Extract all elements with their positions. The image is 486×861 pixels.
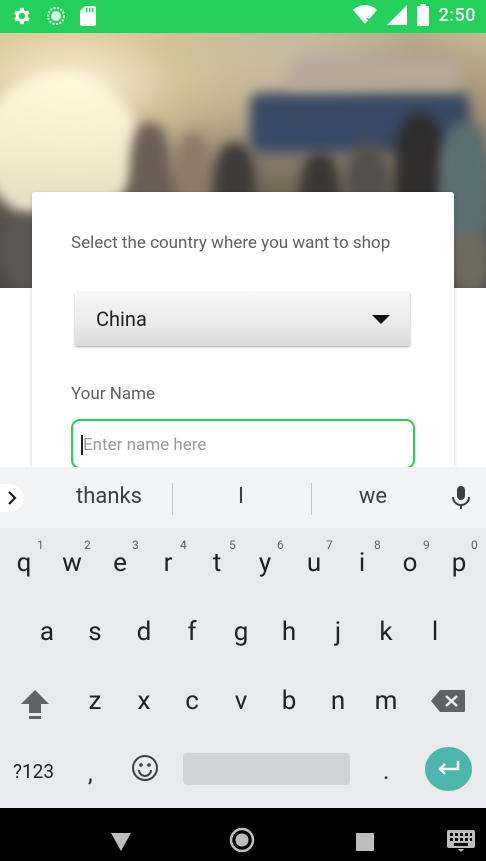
shift-key[interactable] [18,687,52,725]
key-d[interactable]: d [124,617,164,647]
key-o[interactable]: o [390,548,430,578]
voice-input-button[interactable] [451,485,471,515]
battery-icon [416,4,429,26]
enter-icon [437,761,459,775]
suggestion-3[interactable]: we [332,484,414,509]
key-f[interactable]: f [172,617,212,647]
key-g[interactable]: g [221,617,261,647]
key-q[interactable]: q [4,548,44,578]
divider [311,483,312,515]
key-hint: 6 [277,538,284,552]
country-form-card: Select the country where you want to sho… [32,192,454,492]
backspace-key[interactable] [430,689,466,717]
emoji-key[interactable] [131,754,159,786]
emoji-icon [132,755,158,781]
key-x[interactable]: x [124,686,164,716]
key-i[interactable]: i [342,548,382,578]
key-t[interactable]: t [197,548,237,578]
key-y[interactable]: y [245,548,285,578]
key-r[interactable]: r [148,548,188,578]
key-e[interactable]: e [100,548,140,578]
country-select[interactable]: China [75,292,410,346]
suggestion-2[interactable]: I [200,484,282,509]
navigation-bar [0,808,486,861]
symbols-key[interactable]: ?123 [13,760,54,783]
shift-icon [21,690,49,719]
key-a[interactable]: a [27,617,67,647]
country-label: Select the country where you want to sho… [71,233,391,253]
recents-icon[interactable] [356,833,374,851]
key-hint: 0 [471,538,478,552]
suggestion-bar: thanks I we [0,467,486,528]
key-j[interactable]: j [318,617,358,647]
sd-card-icon [80,6,96,26]
signal-icon [386,5,407,25]
name-label: Your Name [71,384,156,404]
name-input-placeholder: Enter name here [83,435,207,455]
back-icon[interactable] [110,832,132,852]
mic-icon [452,486,470,509]
home-icon[interactable] [229,827,255,853]
country-select-value: China [96,307,147,331]
expand-suggestions-button[interactable] [0,484,24,512]
key-s[interactable]: s [75,617,115,647]
key-hint: 9 [423,538,430,552]
circle-app-icon [47,7,65,25]
key-hint: 3 [132,538,139,552]
key-n[interactable]: n [318,686,358,716]
keyboard-switch-icon[interactable] [447,830,475,852]
suggestion-1[interactable]: thanks [60,484,158,509]
space-key[interactable] [183,753,350,785]
key-hint: 2 [84,538,91,552]
comma-key[interactable]: , [88,759,93,787]
key-hint: 4 [180,538,187,552]
enter-key[interactable] [425,747,472,791]
clock: 2:50 [438,4,476,26]
divider [172,483,173,515]
status-bar: 2:50 [0,0,486,33]
key-hint: 5 [229,538,236,552]
backspace-icon [431,690,465,712]
key-hint: 8 [374,538,381,552]
period-key[interactable]: . [383,757,389,785]
key-z[interactable]: z [75,686,115,716]
key-c[interactable]: c [172,686,212,716]
key-k[interactable]: k [366,617,406,647]
key-hint: 1 [37,538,44,552]
key-hint: 7 [326,538,333,552]
chevron-right-icon [8,491,17,505]
key-h[interactable]: h [269,617,309,647]
name-input[interactable]: Enter name here [71,419,415,469]
key-m[interactable]: m [366,686,406,716]
key-p[interactable]: p [439,548,479,578]
key-w[interactable]: w [52,548,92,578]
dropdown-arrow-icon [372,315,390,324]
key-v[interactable]: v [221,686,261,716]
gear-icon [14,7,30,25]
wifi-icon [352,5,377,25]
key-b[interactable]: b [269,686,309,716]
key-u[interactable]: u [294,548,334,578]
soft-keyboard: thanks I we q w e r t y u i o p 1 2 3 4 … [0,467,486,808]
key-l[interactable]: l [415,617,455,647]
